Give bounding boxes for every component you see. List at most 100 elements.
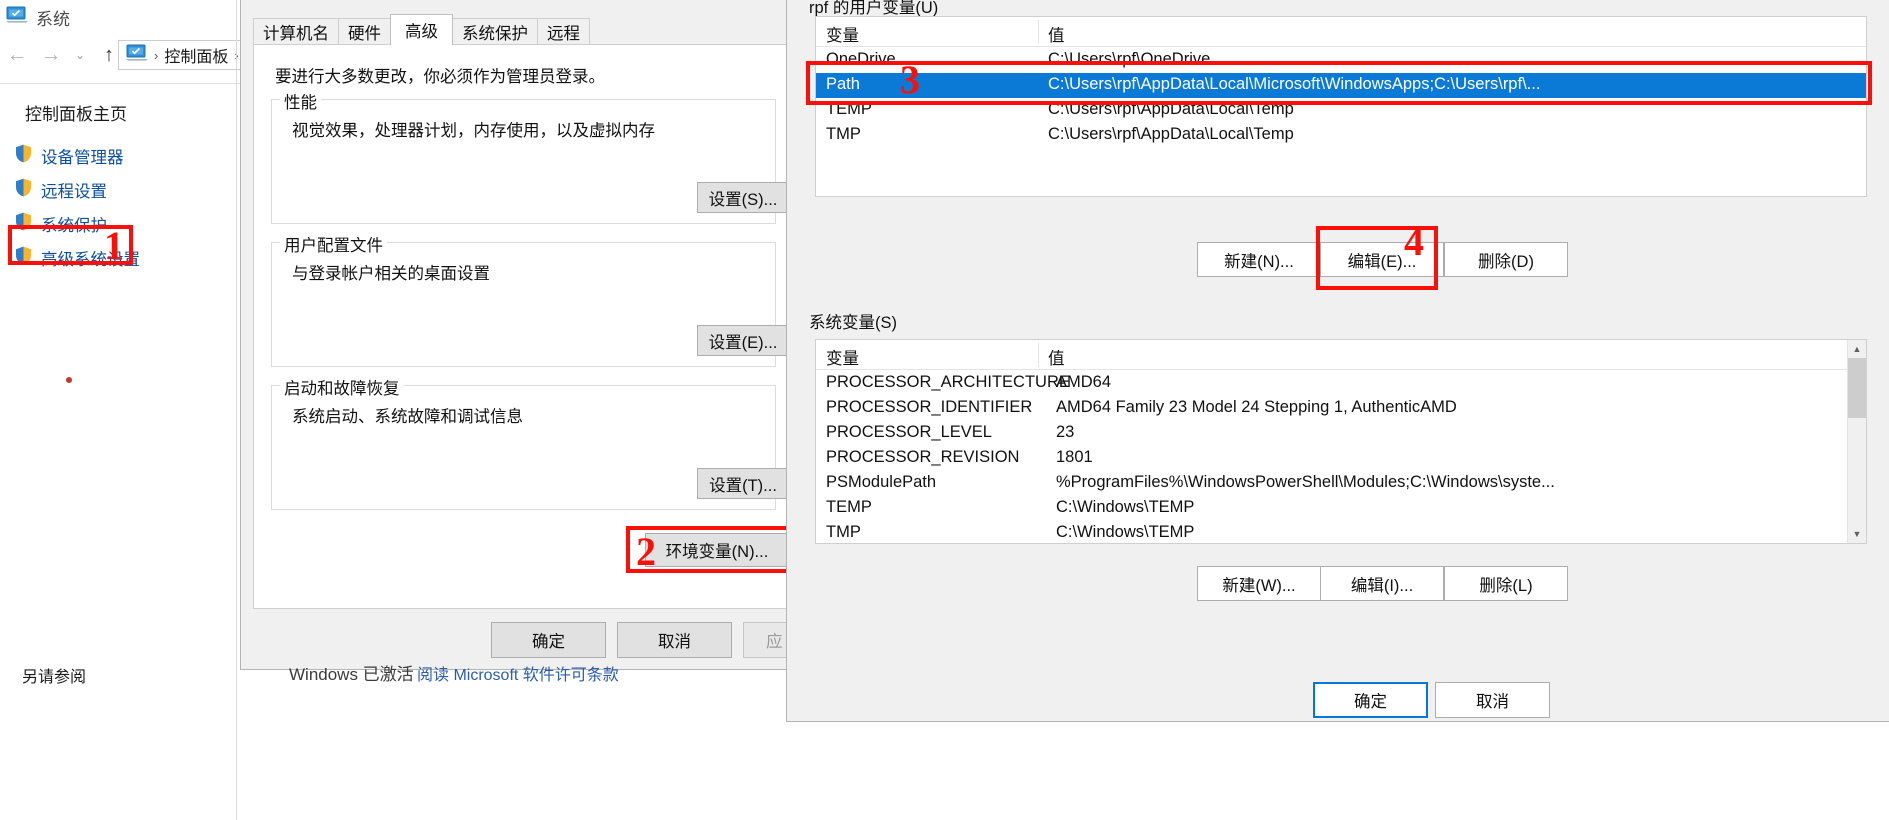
column-header-name[interactable]: 变量 bbox=[826, 22, 859, 46]
shield-icon bbox=[15, 212, 32, 236]
tab-label: 远程 bbox=[547, 25, 580, 43]
button-label: 删除(D) bbox=[1478, 252, 1534, 271]
table-row[interactable]: Path C:\Users\rpf\AppData\Local\Microsof… bbox=[816, 73, 1866, 98]
table-row[interactable]: PROCESSOR_REVISION 1801 bbox=[816, 446, 1866, 471]
table-row[interactable]: TMP C:\Windows\TEMP bbox=[816, 521, 1866, 543]
breadcrumb-separator: › bbox=[154, 47, 159, 63]
button-label: 确定 bbox=[532, 633, 565, 651]
arrow-left-icon[interactable]: ← bbox=[0, 38, 34, 72]
button-label: 设置(E)... bbox=[708, 333, 778, 352]
variable-name: TEMP bbox=[826, 100, 872, 118]
shield-icon bbox=[15, 246, 32, 270]
variable-value: C:\Users\rpf\AppData\Local\Temp bbox=[1048, 100, 1294, 118]
variable-name: PROCESSOR_ARCHITECTURE bbox=[826, 373, 1070, 391]
column-header-name[interactable]: 变量 bbox=[826, 345, 859, 369]
tab-computer-name[interactable]: 计算机名 bbox=[253, 18, 339, 45]
group-description: 与登录帐户相关的桌面设置 bbox=[292, 265, 490, 283]
system-new-button[interactable]: 新建(W)... bbox=[1197, 566, 1321, 601]
button-label: 编辑(I)... bbox=[1350, 576, 1414, 595]
startup-recovery-settings-button[interactable]: 设置(T)... bbox=[697, 468, 789, 499]
table-row[interactable]: PROCESSOR_IDENTIFIER AMD64 Family 23 Mod… bbox=[816, 396, 1866, 421]
screen: 系统 ← → ⌄ ↑ › 控制面板 › 控制面板主页 bbox=[0, 0, 1889, 820]
shield-icon bbox=[15, 178, 32, 202]
user-variables-listbox[interactable]: 变量 值 OneDrive C:\Users\rpf\OneDrive Path… bbox=[815, 16, 1867, 197]
ok-button[interactable]: 确定 bbox=[491, 622, 606, 658]
tab-hardware[interactable]: 硬件 bbox=[338, 18, 391, 45]
window-title: 系统 bbox=[36, 9, 70, 29]
group-title: 性能 bbox=[280, 89, 321, 113]
column-separator[interactable] bbox=[1038, 343, 1039, 367]
table-row[interactable]: PROCESSOR_LEVEL 23 bbox=[816, 421, 1866, 446]
table-row[interactable]: TEMP C:\Users\rpf\AppData\Local\Temp bbox=[816, 98, 1866, 123]
user-new-button[interactable]: 新建(N)... bbox=[1197, 242, 1321, 277]
table-row[interactable]: PSModulePath %ProgramFiles%\WindowsPower… bbox=[816, 471, 1866, 496]
tab-label: 高级 bbox=[405, 23, 438, 41]
system-variables-group-label: 系统变量(S) bbox=[809, 314, 897, 332]
breadcrumb-item[interactable]: 控制面板 bbox=[164, 43, 228, 67]
chevron-down-icon[interactable]: ⌄ bbox=[68, 38, 92, 72]
variable-value: C:\Users\rpf\AppData\Local\Temp bbox=[1048, 125, 1294, 143]
tab-remote[interactable]: 远程 bbox=[537, 18, 590, 45]
column-separator[interactable] bbox=[1038, 20, 1039, 44]
column-header-value[interactable]: 值 bbox=[1048, 345, 1065, 369]
sidebar-item-label: 设备管理器 bbox=[41, 149, 124, 167]
listview-header: 变量 值 bbox=[816, 17, 1866, 47]
tab-label: 计算机名 bbox=[263, 25, 329, 43]
variable-value: 1801 bbox=[1056, 448, 1093, 466]
user-profiles-settings-button[interactable]: 设置(E)... bbox=[697, 325, 789, 356]
ev-cancel-button[interactable]: 取消 bbox=[1435, 682, 1550, 718]
variable-value: C:\Users\rpf\OneDrive bbox=[1048, 50, 1211, 68]
system-delete-button[interactable]: 删除(L) bbox=[1444, 566, 1568, 601]
variable-value: C:\Windows\TEMP bbox=[1056, 523, 1195, 541]
variable-value: 23 bbox=[1056, 423, 1075, 441]
table-row[interactable]: OneDrive C:\Users\rpf\OneDrive bbox=[816, 48, 1866, 73]
variable-name: Path bbox=[826, 75, 860, 93]
group-title: 用户配置文件 bbox=[280, 232, 387, 256]
variable-value: %ProgramFiles%\WindowsPowerShell\Modules… bbox=[1056, 473, 1555, 491]
tab-advanced[interactable]: 高级 bbox=[390, 14, 453, 45]
variable-name: TMP bbox=[826, 125, 861, 143]
table-row[interactable]: TMP C:\Users\rpf\AppData\Local\Temp bbox=[816, 123, 1866, 148]
variable-name: TEMP bbox=[826, 498, 872, 516]
button-label: 删除(L) bbox=[1479, 576, 1533, 595]
system-properties-dialog: 计算机名 硬件 高级 系统保护 远程 要进行大多数更改，你必须作为管理员登录。 … bbox=[240, 0, 858, 670]
column-header-value[interactable]: 值 bbox=[1048, 22, 1065, 46]
sidebar-item-advanced-system-settings[interactable]: 高级系统设置 bbox=[15, 246, 140, 270]
vertical-scrollbar[interactable]: ▲ ▼ bbox=[1847, 340, 1866, 543]
variable-name: PROCESSOR_LEVEL bbox=[826, 423, 992, 441]
windows-activated-text: Windows 已激活 bbox=[289, 665, 414, 684]
sidebar-item-label: 系统保护 bbox=[41, 217, 107, 235]
computer-icon bbox=[126, 44, 148, 66]
button-label: 新建(N)... bbox=[1224, 252, 1294, 271]
table-row[interactable]: TEMP C:\Windows\TEMP bbox=[816, 496, 1866, 521]
environment-variables-button[interactable]: 环境变量(N)... bbox=[645, 533, 789, 567]
user-delete-button[interactable]: 删除(D) bbox=[1444, 242, 1568, 277]
group-description: 系统启动、系统故障和调试信息 bbox=[292, 408, 523, 426]
variable-value: C:\Windows\TEMP bbox=[1056, 498, 1195, 516]
system-edit-button[interactable]: 编辑(I)... bbox=[1320, 566, 1444, 601]
scroll-up-icon[interactable]: ▲ bbox=[1848, 340, 1866, 358]
arrow-right-icon[interactable]: → bbox=[34, 38, 68, 72]
license-terms-link[interactable]: 阅读 Microsoft 软件许可条款 bbox=[417, 661, 619, 685]
tab-label: 硬件 bbox=[348, 25, 381, 43]
sidebar-item-label: 远程设置 bbox=[41, 183, 107, 201]
button-label: 设置(S)... bbox=[708, 190, 778, 209]
sidebar-item-system-protection[interactable]: 系统保护 bbox=[15, 212, 107, 236]
variable-name: TMP bbox=[826, 523, 861, 541]
user-edit-button[interactable]: 编辑(E)... bbox=[1320, 242, 1444, 277]
table-row[interactable]: PROCESSOR_ARCHITECTURE AMD64 bbox=[816, 371, 1866, 396]
ev-ok-button[interactable]: 确定 bbox=[1313, 682, 1428, 718]
performance-settings-button[interactable]: 设置(S)... bbox=[697, 182, 789, 213]
cancel-button[interactable]: 取消 bbox=[617, 622, 732, 658]
cursor-dot bbox=[66, 377, 72, 383]
tab-label: 系统保护 bbox=[462, 25, 528, 43]
control-panel-home-link[interactable]: 控制面板主页 bbox=[25, 100, 127, 125]
sidebar-item-remote-settings[interactable]: 远程设置 bbox=[15, 178, 107, 202]
sidebar-item-device-manager[interactable]: 设备管理器 bbox=[15, 144, 124, 168]
tab-strip: 计算机名 硬件 高级 系统保护 远程 bbox=[253, 14, 793, 45]
scroll-down-icon[interactable]: ▼ bbox=[1848, 525, 1866, 543]
system-variables-listbox[interactable]: 变量 值 PROCESSOR_ARCHITECTURE AMD64 PROCES… bbox=[815, 339, 1867, 544]
button-label: 应 bbox=[766, 633, 783, 651]
tab-system-protection[interactable]: 系统保护 bbox=[452, 18, 538, 45]
scrollbar-thumb[interactable] bbox=[1848, 358, 1866, 418]
